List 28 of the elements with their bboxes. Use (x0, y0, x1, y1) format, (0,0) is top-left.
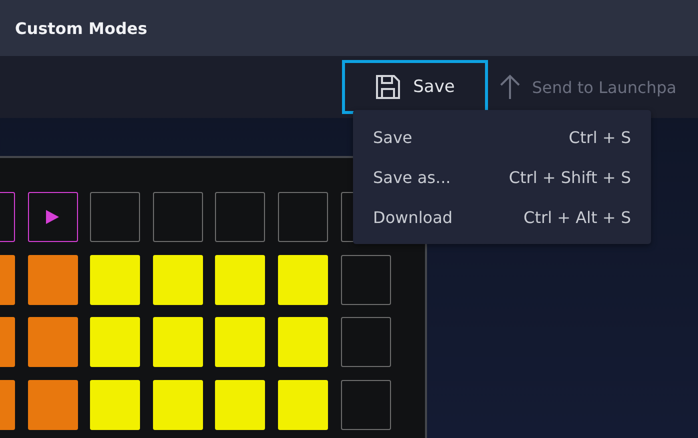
menu-item[interactable]: Save Ctrl + S (353, 117, 651, 157)
pad[interactable] (215, 317, 266, 368)
pad[interactable] (278, 254, 328, 305)
shortcut-label: Ctrl + Shift + S (508, 168, 631, 186)
pad[interactable] (28, 380, 78, 430)
pad[interactable] (90, 254, 140, 305)
shortcut-label: Ctrl + S (568, 128, 631, 146)
pad[interactable] (90, 317, 140, 368)
shortcut-label: Ctrl + Alt + S (524, 208, 631, 226)
pad[interactable] (28, 254, 78, 305)
pad[interactable] (278, 317, 328, 368)
pad[interactable] (152, 254, 203, 305)
pad[interactable] (278, 380, 328, 430)
pad[interactable] (152, 317, 203, 368)
pad[interactable] (152, 380, 203, 430)
save-button[interactable]: Save (342, 60, 488, 114)
up-arrow-icon (500, 74, 520, 100)
pad[interactable] (215, 254, 266, 305)
window-title: Custom Modes (15, 18, 148, 38)
menu-item-label: Save (373, 128, 412, 146)
pad[interactable] (90, 380, 140, 430)
menu-item[interactable]: Save as... Ctrl + Shift + S (353, 157, 651, 197)
pad[interactable] (28, 317, 78, 368)
menu-item[interactable]: Download Ctrl + Alt + S (353, 197, 651, 237)
menu-item-label: Download (373, 208, 453, 226)
pad[interactable] (215, 380, 266, 430)
play-icon (46, 210, 60, 224)
menu-item-label: Save as... (373, 168, 451, 186)
